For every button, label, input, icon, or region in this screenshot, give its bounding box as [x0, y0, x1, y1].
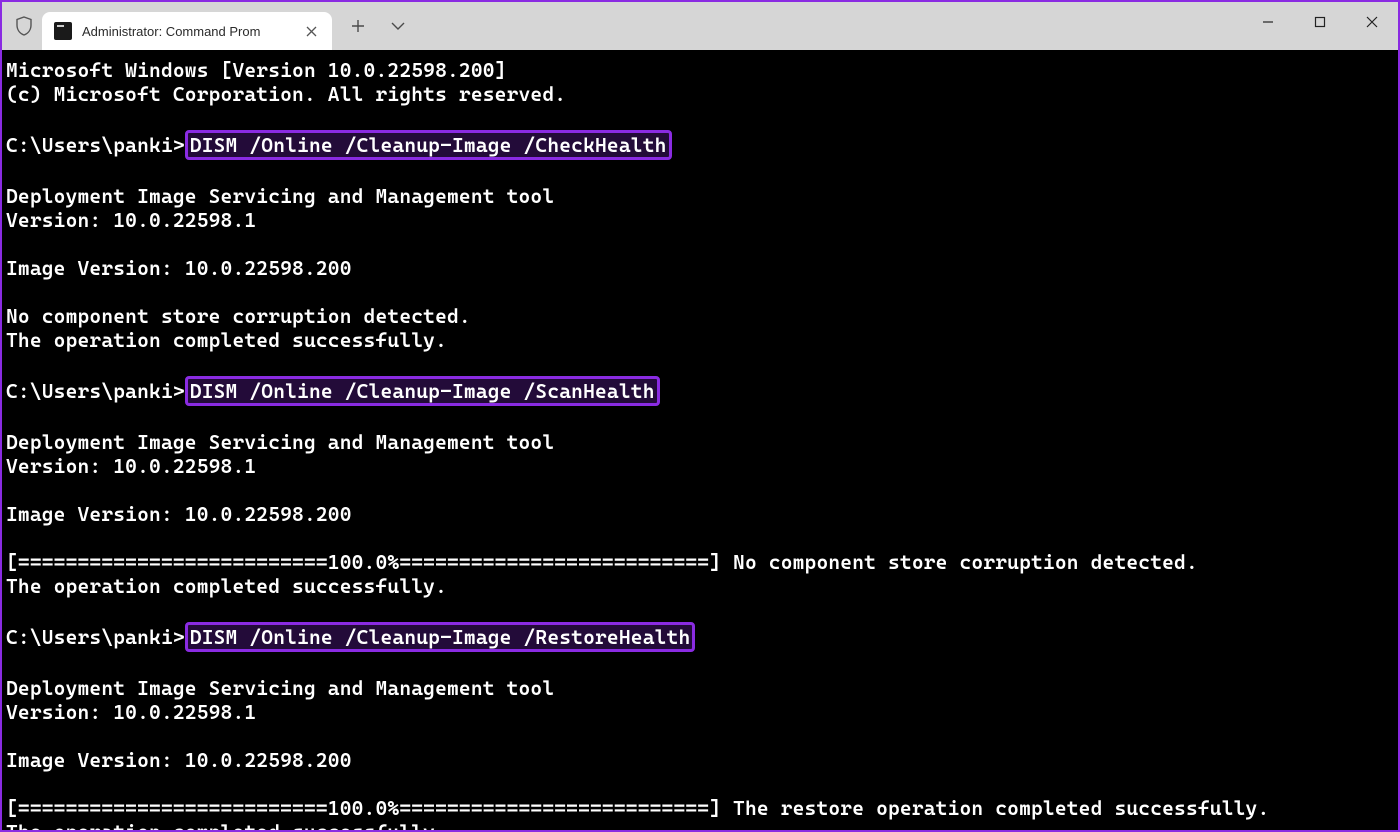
tab-title: Administrator: Command Prom — [82, 24, 260, 39]
op-complete-line: The operation completed successfully. — [6, 328, 1398, 352]
op-complete-line: The operation completed successfully. — [6, 820, 1398, 830]
prompt: C:\Users\panki> — [6, 625, 185, 649]
tool-version-line: Version: 10.0.22598.1 — [6, 454, 1398, 478]
tool-version-line: Version: 10.0.22598.1 — [6, 700, 1398, 724]
prompt: C:\Users\panki> — [6, 379, 185, 403]
terminal-output[interactable]: Microsoft Windows [Version 10.0.22598.20… — [2, 50, 1398, 830]
result-line: No component store corruption detected. — [6, 304, 1398, 328]
prompt-line: C:\Users\panki>DISM /Online /Cleanup-Ima… — [6, 622, 1398, 652]
dism-tool-line: Deployment Image Servicing and Managemen… — [6, 430, 1398, 454]
maximize-button[interactable] — [1294, 2, 1346, 42]
prompt-line: C:\Users\panki>DISM /Online /Cleanup-Ima… — [6, 130, 1398, 160]
blank-line — [6, 406, 1398, 430]
blank-line — [6, 280, 1398, 304]
minimize-button[interactable] — [1242, 2, 1294, 42]
blank-line — [6, 724, 1398, 748]
blank-line — [6, 526, 1398, 550]
command-checkhealth: DISM /Online /Cleanup-Image /CheckHealth — [185, 130, 672, 160]
tab-close-button[interactable] — [300, 20, 322, 42]
tab-active[interactable]: Administrator: Command Prom — [42, 12, 332, 50]
tool-version-line: Version: 10.0.22598.1 — [6, 208, 1398, 232]
progress-line: [==========================100.0%=======… — [6, 550, 1398, 574]
blank-line — [6, 772, 1398, 796]
blank-line — [6, 598, 1398, 622]
command-restorehealth: DISM /Online /Cleanup-Image /RestoreHeal… — [185, 622, 696, 652]
blank-line — [6, 160, 1398, 184]
titlebar-left: Administrator: Command Prom — [2, 2, 418, 50]
blank-line — [6, 478, 1398, 502]
progress-line: [==========================100.0%=======… — [6, 796, 1398, 820]
op-complete-line: The operation completed successfully. — [6, 574, 1398, 598]
cmd-icon — [54, 22, 72, 40]
new-tab-button[interactable] — [338, 6, 378, 46]
window-controls — [1242, 2, 1398, 42]
blank-line — [6, 106, 1398, 130]
tab-dropdown-button[interactable] — [378, 6, 418, 46]
dism-tool-line: Deployment Image Servicing and Managemen… — [6, 184, 1398, 208]
tab-actions — [338, 2, 418, 50]
blank-line — [6, 232, 1398, 256]
command-scanhealth: DISM /Online /Cleanup-Image /ScanHealth — [185, 376, 660, 406]
image-version-line: Image Version: 10.0.22598.200 — [6, 502, 1398, 526]
header-line: Microsoft Windows [Version 10.0.22598.20… — [6, 58, 1398, 82]
image-version-line: Image Version: 10.0.22598.200 — [6, 748, 1398, 772]
dism-tool-line: Deployment Image Servicing and Managemen… — [6, 676, 1398, 700]
copyright-line: (c) Microsoft Corporation. All rights re… — [6, 82, 1398, 106]
app-window: Administrator: Command Prom — [0, 0, 1400, 832]
titlebar: Administrator: Command Prom — [2, 2, 1398, 50]
image-version-line: Image Version: 10.0.22598.200 — [6, 256, 1398, 280]
close-button[interactable] — [1346, 2, 1398, 42]
prompt-line: C:\Users\panki>DISM /Online /Cleanup-Ima… — [6, 376, 1398, 406]
shield-icon — [14, 15, 34, 37]
prompt: C:\Users\panki> — [6, 133, 185, 157]
blank-line — [6, 652, 1398, 676]
blank-line — [6, 352, 1398, 376]
